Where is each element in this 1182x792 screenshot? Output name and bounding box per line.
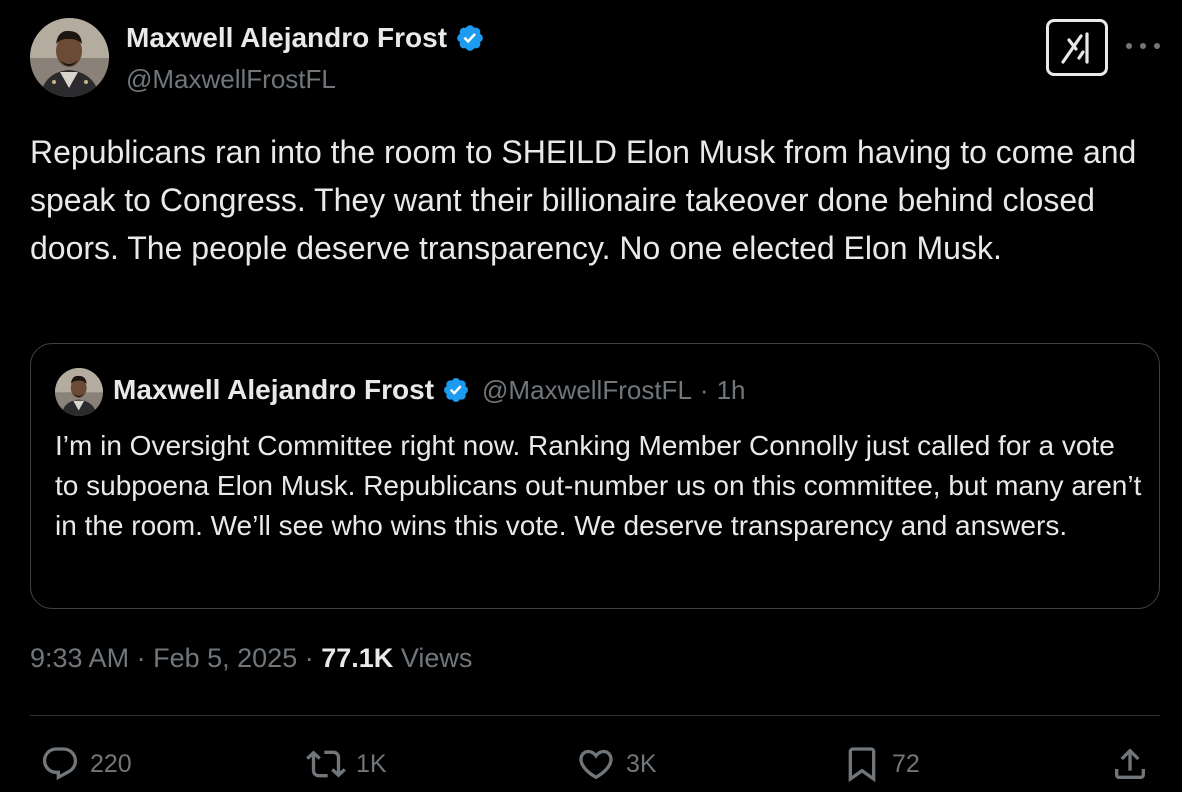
more-icon xyxy=(1126,43,1132,49)
tweet-date[interactable]: Feb 5, 2025 xyxy=(153,643,297,673)
views-label: Views xyxy=(400,643,473,673)
repost-count: 1K xyxy=(356,749,387,778)
share-button[interactable] xyxy=(1110,742,1150,786)
quoted-author-handle: @MaxwellFrostFL xyxy=(482,374,692,405)
repost-button[interactable]: 1K xyxy=(306,742,387,786)
share-icon xyxy=(1115,748,1145,779)
divider xyxy=(30,715,1160,716)
bookmark-count: 72 xyxy=(892,749,920,778)
grok-button[interactable] xyxy=(1046,19,1108,76)
more-options-button[interactable] xyxy=(1126,34,1160,58)
views-count: 77.1K xyxy=(321,643,394,673)
author-name-row: Maxwell Alejandro Frost xyxy=(126,22,485,54)
meta-separator: · xyxy=(304,643,314,673)
author-handle[interactable]: @MaxwellFrostFL xyxy=(126,64,336,95)
quoted-separator: · xyxy=(699,374,709,405)
reply-count: 220 xyxy=(90,749,132,778)
quoted-header: Maxwell Alejandro Frost @MaxwellFrostFL … xyxy=(113,374,746,406)
tweet-meta: 9:33 AM · Feb 5, 2025 · 77.1K Views xyxy=(30,643,472,674)
author-name[interactable]: Maxwell Alejandro Frost xyxy=(126,22,447,54)
quoted-tweet[interactable]: Maxwell Alejandro Frost @MaxwellFrostFL … xyxy=(30,343,1160,609)
author-avatar[interactable] xyxy=(30,18,109,97)
verified-badge-icon xyxy=(444,378,468,402)
verified-badge-icon xyxy=(457,25,483,51)
quoted-author-avatar xyxy=(55,368,103,416)
bookmark-button[interactable]: 72 xyxy=(842,742,920,786)
tweet-text: Republicans ran into the room to SHEILD … xyxy=(30,134,1137,266)
like-count: 3K xyxy=(626,749,657,778)
heart-icon xyxy=(579,749,613,780)
quoted-author-name: Maxwell Alejandro Frost xyxy=(113,374,435,405)
tweet-time[interactable]: 9:33 AM xyxy=(30,643,129,673)
reply-button[interactable]: 220 xyxy=(40,742,132,786)
repost-icon xyxy=(306,750,346,778)
like-button[interactable]: 3K xyxy=(576,742,657,786)
bookmark-icon xyxy=(848,747,876,783)
grok-icon xyxy=(1061,31,1089,64)
quoted-text: I’m in Oversight Committee right now. Ra… xyxy=(55,430,1142,541)
reply-icon xyxy=(42,747,78,781)
quoted-time: 1h xyxy=(716,374,746,405)
tweet-detail: Maxwell Alejandro Frost @MaxwellFrostFL … xyxy=(0,0,1182,792)
meta-separator: · xyxy=(136,643,146,673)
